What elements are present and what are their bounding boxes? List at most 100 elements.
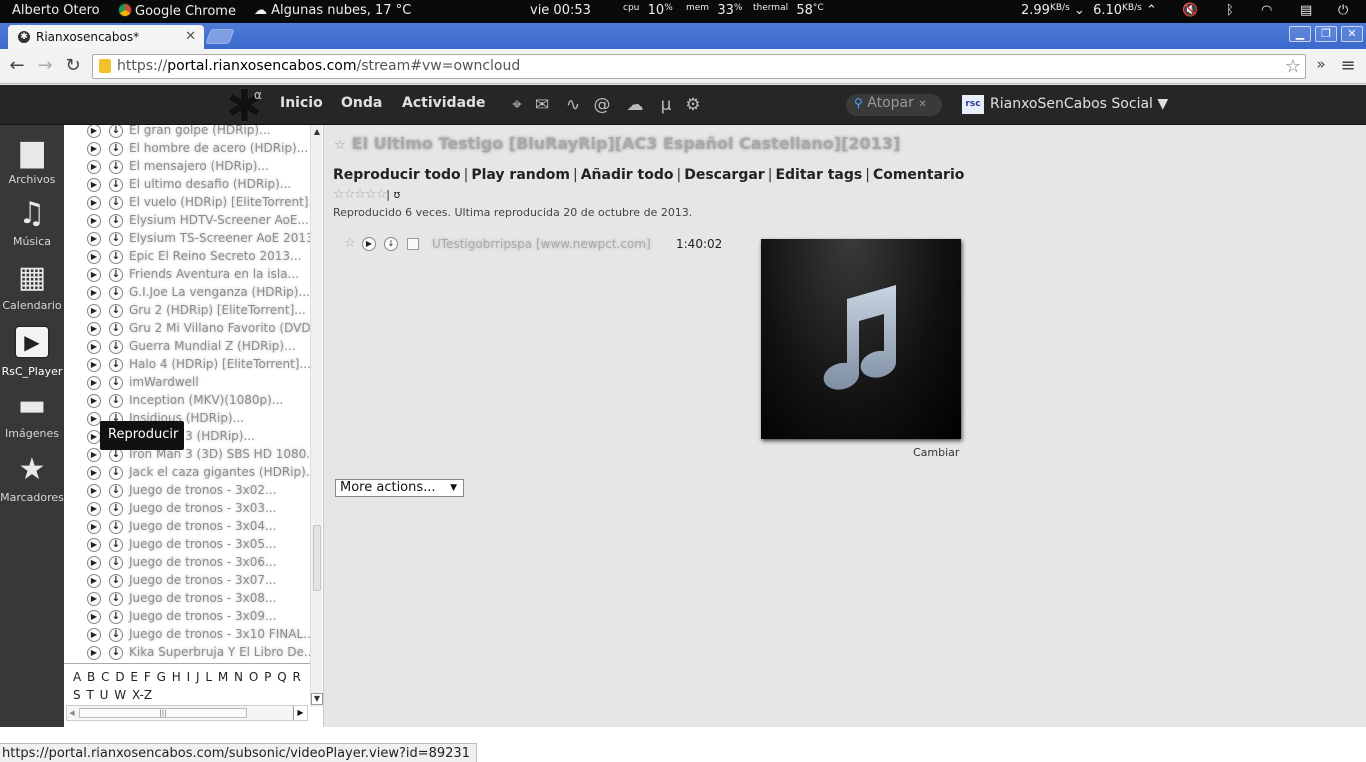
- download-icon[interactable]: ↓: [109, 304, 123, 318]
- play-icon[interactable]: ▶: [87, 250, 101, 264]
- download-icon[interactable]: ↓: [109, 358, 123, 372]
- download-icon[interactable]: ↓: [109, 628, 123, 642]
- list-item-name[interactable]: El mensajero (HDRip)...: [129, 159, 269, 173]
- alphabet-letter[interactable]: P: [264, 670, 271, 684]
- play-icon[interactable]: ▶: [87, 448, 101, 462]
- list-item-name[interactable]: El ultimo desafio (HDRip)...: [129, 177, 291, 191]
- download-icon[interactable]: ↓: [109, 646, 123, 660]
- owncloud-logo[interactable]: ✱ α: [226, 85, 263, 129]
- download-icon[interactable]: ↓: [109, 160, 123, 174]
- list-item[interactable]: ▶ ↓ Epic El Reino Secreto 2013...: [84, 247, 310, 265]
- list-item-name[interactable]: Juego de tronos - 3x10 FINAL...: [129, 627, 310, 641]
- rating-clear[interactable]: | ʊ: [386, 188, 400, 201]
- list-item[interactable]: ▶ ↓ Jack el caza gigantes (HDRip)...: [84, 463, 310, 481]
- download-icon[interactable]: ↓: [109, 574, 123, 588]
- list-item-name[interactable]: Juego de tronos - 3x06...: [129, 555, 276, 569]
- alphabet-letter[interactable]: W: [114, 688, 126, 702]
- play-icon[interactable]: ▶: [87, 520, 101, 534]
- list-vertical-scrollbar[interactable]: ▲ ▼: [310, 125, 323, 707]
- list-item-name[interactable]: Elysium HDTV-Screener AoE...: [129, 213, 309, 227]
- scroll-right-icon[interactable]: ▶: [293, 706, 307, 720]
- list-item-name[interactable]: Gru 2 Mi Villano Favorito (DVD)...: [129, 321, 310, 335]
- os-app-menu[interactable]: Google Chrome: [118, 3, 236, 19]
- nav-actividade[interactable]: Actividade: [402, 95, 486, 111]
- play-icon[interactable]: ▶: [87, 394, 101, 408]
- list-item[interactable]: ▶ ↓ Juego de tronos - 3x08...: [84, 589, 310, 607]
- play-icon[interactable]: ▶: [87, 196, 101, 210]
- change-cover-link[interactable]: Cambiar: [913, 446, 959, 459]
- list-item[interactable]: ▶ ↓ Juego de tronos - 3x03...: [84, 499, 310, 517]
- alphabet-letter[interactable]: I: [187, 670, 191, 684]
- list-item-name[interactable]: Gru 2 (HDRip) [EliteTorrent]...: [129, 303, 306, 317]
- download-icon[interactable]: ↓: [109, 520, 123, 534]
- list-item-name[interactable]: Juego de tronos - 3x03...: [129, 501, 276, 515]
- download-icon[interactable]: ↓: [109, 268, 123, 282]
- alphabet-letter[interactable]: G: [157, 670, 166, 684]
- back-button[interactable]: ←: [6, 55, 28, 76]
- download-icon[interactable]: ↓: [109, 178, 123, 192]
- social-menu[interactable]: RianxoSenCabos Social ▼: [990, 96, 1168, 112]
- list-item[interactable]: ▶ ↓ Elysium HDTV-Screener AoE...: [84, 211, 310, 229]
- play-icon[interactable]: ▶: [87, 178, 101, 192]
- rating-stars[interactable]: ☆☆☆☆☆| ʊ: [333, 187, 400, 202]
- power-icon[interactable]: ⏻: [1338, 3, 1348, 18]
- list-item-name[interactable]: Juego de tronos - 3x09...: [129, 609, 276, 623]
- list-item[interactable]: ▶ ↓ El ultimo desafio (HDRip)...: [84, 175, 310, 193]
- list-item[interactable]: ▶ ↓ El mensajero (HDRip)...: [84, 157, 310, 175]
- play-icon[interactable]: ▶: [87, 556, 101, 570]
- list-item[interactable]: ▶ ↓ G.I.Joe La venganza (HDRip)...: [84, 283, 310, 301]
- list-item-name[interactable]: G.I.Joe La venganza (HDRip)...: [129, 285, 310, 299]
- play-icon[interactable]: ▶: [87, 592, 101, 606]
- forward-button[interactable]: →: [34, 55, 56, 76]
- dock-rsc-player[interactable]: ▶ RsC_Player: [0, 325, 64, 378]
- alphabet-letter[interactable]: O: [249, 670, 258, 684]
- maximize-button[interactable]: ❐: [1315, 26, 1337, 42]
- satellite-icon[interactable]: ⌖: [506, 95, 528, 115]
- dock-marcadores[interactable]: ★ Marcadores: [0, 453, 64, 505]
- download-icon[interactable]: ↓: [109, 232, 123, 246]
- alphabet-letter[interactable]: U: [100, 688, 109, 702]
- download-icon[interactable]: ↓: [109, 142, 123, 156]
- list-item-name[interactable]: El hombre de acero (HDRip)...: [129, 141, 308, 155]
- alphabet-letter[interactable]: N: [234, 670, 243, 684]
- play-icon[interactable]: ▶: [87, 412, 101, 426]
- list-item[interactable]: ▶ ↓ Halo 4 (HDRip) [EliteTorrent]...: [84, 355, 310, 373]
- play-icon[interactable]: ▶: [87, 430, 101, 444]
- minimize-button[interactable]: ▁: [1289, 26, 1311, 42]
- download-icon[interactable]: ↓: [109, 502, 123, 516]
- cpu-monitor[interactable]: cpu 10%: [623, 3, 673, 18]
- alphabet-letter[interactable]: A: [73, 670, 81, 684]
- list-item[interactable]: ▶ ↓ Friends Aventura en la isla...: [84, 265, 310, 283]
- list-item[interactable]: ▶ ↓ Juego de tronos - 3x10 FINAL...: [84, 625, 310, 643]
- track-checkbox[interactable]: [407, 238, 419, 250]
- alphabet-letter[interactable]: C: [101, 670, 109, 684]
- track-name[interactable]: UTestigobrripspa [www.newpct.com]: [432, 237, 651, 251]
- download-icon[interactable]: ↓: [109, 286, 123, 300]
- search-clear-icon[interactable]: ✕: [918, 99, 926, 110]
- alphabet-letter[interactable]: E: [130, 670, 138, 684]
- play-icon[interactable]: ▶: [87, 628, 101, 642]
- list-item[interactable]: ▶ ↓ Juego de tronos - 3x07...: [84, 571, 310, 589]
- play-icon[interactable]: ▶: [87, 322, 101, 336]
- list-item-name[interactable]: Elysium TS-Screener AoE 2013...: [129, 231, 310, 245]
- mem-monitor[interactable]: mem 33%: [686, 3, 742, 18]
- alphabet-letter[interactable]: M: [218, 670, 228, 684]
- favorite-star-icon[interactable]: ☆: [334, 138, 346, 153]
- list-item-name[interactable]: Juego de tronos - 3x04...: [129, 519, 276, 533]
- list-item[interactable]: ▶ ↓ El hombre de acero (HDRip)...: [84, 139, 310, 157]
- scroll-thumb[interactable]: [313, 525, 321, 591]
- dock-archivos[interactable]: ▆ Archivos: [0, 135, 64, 187]
- alphabet-letter[interactable]: B: [87, 670, 95, 684]
- action-play-random[interactable]: Play random: [471, 167, 570, 183]
- play-icon[interactable]: ▶: [87, 125, 101, 138]
- list-item-name[interactable]: Halo 4 (HDRip) [EliteTorrent]...: [129, 357, 310, 371]
- bluetooth-icon[interactable]: ᛒ: [1226, 3, 1234, 18]
- play-icon[interactable]: ▶: [87, 466, 101, 480]
- download-icon[interactable]: ↓: [109, 538, 123, 552]
- dock-imagenes[interactable]: ▬ Imágenes: [0, 389, 64, 441]
- hscroll-thumb[interactable]: |||: [79, 708, 247, 718]
- alphabet-letter[interactable]: S: [73, 688, 81, 702]
- alphabet-letter[interactable]: R: [292, 670, 300, 684]
- scroll-left-icon[interactable]: ◀: [67, 706, 77, 720]
- os-user-menu[interactable]: Alberto Otero: [12, 3, 100, 18]
